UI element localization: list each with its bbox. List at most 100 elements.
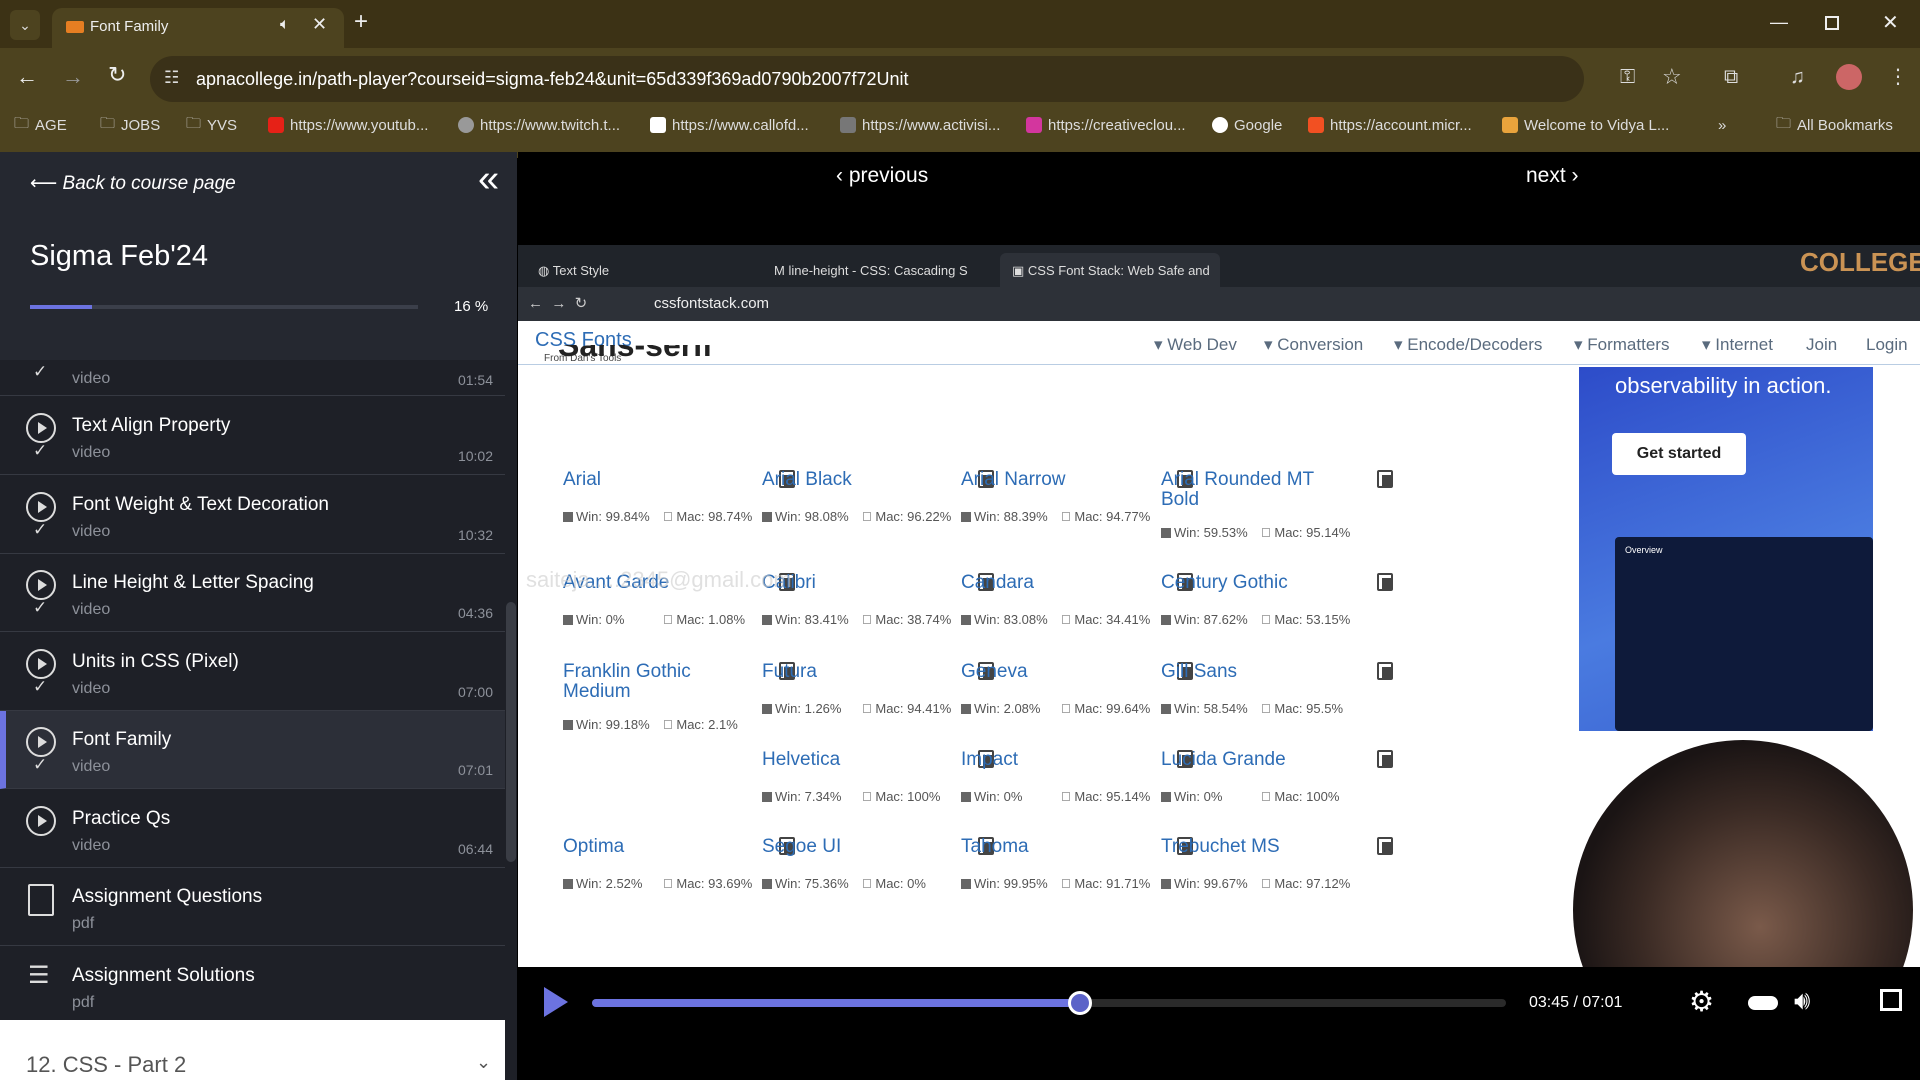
win-share: Win: 83.08% <box>961 612 1048 627</box>
back-icon[interactable]: ← <box>16 64 38 90</box>
win-share: Win: 59.53% <box>1161 525 1248 540</box>
check-icon: ✓ <box>33 677 48 696</box>
bookmark-link[interactable]: Google <box>1212 113 1282 137</box>
font-name: Gill Sans <box>1161 661 1238 682</box>
fullscreen-icon[interactable] <box>1880 989 1902 1011</box>
seek-fill <box>592 999 1081 1007</box>
back-to-course-link[interactable]: ⟵ Back to course page <box>30 172 236 195</box>
font-card: Futura Win: 1.26%  Mac: 94.41% <box>762 662 994 762</box>
lesson-item[interactable]: ☰ Assignment Solutions pdf <box>0 947 505 1025</box>
lesson-item[interactable]: Practice Qs video 06:44 <box>0 790 505 868</box>
address-bar[interactable]: ☷ apnacollege.in/path-player?courseid=si… <box>150 56 1682 102</box>
bookmark-link[interactable]: https://www.youtub... <box>268 113 428 137</box>
seek-bar[interactable] <box>592 991 1506 1015</box>
close-window-icon[interactable]: ✕ <box>1882 10 1899 35</box>
windows-icon <box>762 512 772 522</box>
bookmark-link[interactable]: https://creativeclou... <box>1026 113 1186 137</box>
lesson-item[interactable]: ✓ Line Height & Letter Spacing video 04:36 <box>0 554 505 632</box>
bookmark-link[interactable]: https://www.twitch.t... <box>458 113 620 137</box>
font-name: Arial <box>563 469 602 490</box>
win-share: Win: 1.26% <box>762 701 841 716</box>
bookmark-folder[interactable]: 🗀︎ JOBS <box>100 113 160 137</box>
next-button[interactable]: next › <box>1526 164 1579 188</box>
bookmark-link[interactable]: https://www.activisi... <box>840 113 1000 137</box>
font-name: Segoe UI <box>762 836 842 857</box>
bookmark-link[interactable]: Welcome to Vidya L... <box>1502 113 1669 137</box>
win-share: Win: 0% <box>563 612 624 627</box>
font-card: Candara Win: 83.08%  Mac: 34.41% <box>961 573 1193 673</box>
settings-icon[interactable]: ⚙ <box>1689 985 1714 1018</box>
minimize-icon[interactable]: — <box>1770 12 1788 33</box>
mac-share:  Mac: 38.74% <box>862 612 951 627</box>
volume-icon[interactable]: 🔊︎ <box>1794 985 1810 1017</box>
bookmark-star-icon[interactable]: ☆ <box>1662 64 1682 90</box>
win-share: Win: 99.18% <box>563 717 650 732</box>
browser-tab-active[interactable]: Font Family 🔈︎ ✕ <box>52 8 344 48</box>
check-icon: ✓ <box>33 598 48 617</box>
font-name: Tahoma <box>961 836 1029 857</box>
toggle-icon[interactable] <box>1748 996 1778 1010</box>
font-card: Gill Sans Win: 58.54%  Mac: 95.5% <box>1161 662 1393 762</box>
previous-button[interactable]: ‹ previous <box>836 164 928 188</box>
play-circle-icon <box>26 492 56 522</box>
lesson-item[interactable]: ✓ Units in CSS (Pixel) video 07:00 <box>0 633 505 711</box>
media-control-icon[interactable]: ♫ <box>1790 66 1805 89</box>
all-bookmarks[interactable]: 🗀︎ All Bookmarks <box>1776 113 1893 137</box>
win-share: Win: 99.84% <box>563 509 650 524</box>
browser-titlebar: ⌄ Font Family 🔈︎ ✕ + — ✕ <box>0 0 1920 48</box>
win-share: Win: 75.36% <box>762 876 849 891</box>
mac-share:  Mac: 100% <box>862 789 940 804</box>
play-icon[interactable] <box>544 987 568 1017</box>
bookmark-link[interactable]: https://account.micr... <box>1308 113 1472 137</box>
restore-icon[interactable] <box>1825 16 1839 30</box>
mac-share:  Mac: 99.64% <box>1061 701 1150 716</box>
bookmark-link[interactable]: https://www.callofd... <box>650 113 809 137</box>
site-info-icon[interactable]: ☷ <box>164 68 179 88</box>
check-icon: ✓ <box>33 755 48 774</box>
tab-close-icon[interactable]: ✕ <box>312 14 327 35</box>
section-header[interactable]: 12. CSS - Part 2 ⌄ <box>0 1020 505 1080</box>
font-card: Impact Win: 0%  Mac: 95.14% <box>961 750 1193 850</box>
windows-icon <box>1161 528 1171 538</box>
copy-icon <box>1377 837 1393 855</box>
forward-icon[interactable]: → <box>62 64 84 90</box>
seek-handle[interactable] <box>1068 991 1093 1015</box>
lesson-item-active[interactable]: ✓ Font Family video 07:01 <box>0 711 505 789</box>
win-share: Win: 7.34% <box>762 789 841 804</box>
password-key-icon[interactable]: ⚿ <box>1620 66 1635 89</box>
profile-avatar[interactable] <box>1836 64 1862 90</box>
more-bookmarks-icon[interactable]: » <box>1718 113 1726 137</box>
extensions-icon[interactable]: ⧉ <box>1724 66 1738 89</box>
lesson-item[interactable]: ✓ video 01:54 <box>0 360 505 396</box>
new-tab-icon[interactable]: + <box>354 8 368 36</box>
sidebar-scrollbar[interactable] <box>506 602 516 862</box>
bookmark-folder[interactable]: 🗀︎ AGE <box>14 113 67 137</box>
play-circle-icon <box>26 806 56 836</box>
lesson-item[interactable]: ✓ Font Weight & Text Decoration video 10:32 <box>0 476 505 554</box>
mac-share:  Mac: 94.41% <box>862 701 951 716</box>
ad-banner: observability in action. Get started Ove… <box>1579 367 1873 731</box>
bookmark-folder[interactable]: 🗀︎ YVS <box>186 113 237 137</box>
mac-share:  Mac: 0% <box>862 876 926 891</box>
mac-share:  Mac: 91.71% <box>1061 876 1150 891</box>
vidya-icon <box>1502 117 1518 133</box>
lesson-item[interactable]: ✓ Text Align Property video 10:02 <box>0 397 505 475</box>
tab-list-icon[interactable]: ⌄ <box>10 10 40 40</box>
mac-share:  Mac: 96.22% <box>862 509 951 524</box>
font-name: Arial Black <box>762 469 852 490</box>
collapse-sidebar-icon[interactable]: « <box>478 158 499 201</box>
folder-icon: 🗀︎ <box>100 114 116 132</box>
win-share: Win: 58.54% <box>1161 701 1248 716</box>
reload-icon[interactable]: ↻ <box>108 62 126 88</box>
font-card: Helvetica Win: 7.34%  Mac: 100% <box>762 750 994 850</box>
tab-audio-icon[interactable]: 🔈︎ <box>280 16 290 34</box>
browser-menu-icon[interactable]: ⋮ <box>1888 64 1908 89</box>
win-share: Win: 99.67% <box>1161 876 1248 891</box>
lesson-item[interactable]: Assignment Questions pdf <box>0 868 505 946</box>
windows-icon <box>563 615 573 625</box>
windows-icon <box>961 615 971 625</box>
chevron-down-icon: ⌄ <box>476 1052 492 1072</box>
font-name: Century Gothic <box>1161 572 1288 593</box>
font-card: Arial Narrow Win: 88.39%  Mac: 94.77% <box>961 470 1193 570</box>
win-share: Win: 87.62% <box>1161 612 1248 627</box>
